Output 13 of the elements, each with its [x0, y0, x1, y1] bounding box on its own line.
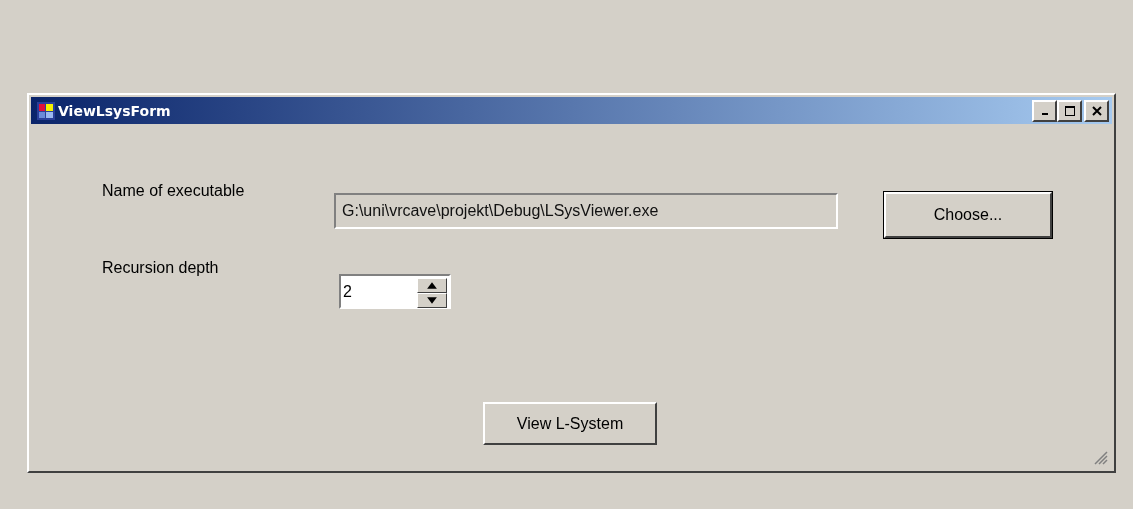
- window-title: ViewLsysForm: [58, 102, 171, 119]
- minimize-icon: [1041, 113, 1048, 115]
- minimize-button[interactable]: [1032, 99, 1057, 122]
- app-icon: [37, 101, 55, 120]
- field-label: Name of executable: [102, 182, 246, 200]
- resize-grip-icon[interactable]: [1094, 451, 1108, 465]
- view-button[interactable]: View L-System: [483, 402, 657, 445]
- field-label: Recursion depth: [102, 259, 220, 277]
- close-button[interactable]: [1084, 99, 1109, 122]
- maximize-button[interactable]: [1057, 99, 1082, 122]
- choose-button[interactable]: Choose...: [884, 192, 1052, 238]
- maximize-icon: [1064, 105, 1075, 116]
- close-icon: [1091, 105, 1102, 116]
